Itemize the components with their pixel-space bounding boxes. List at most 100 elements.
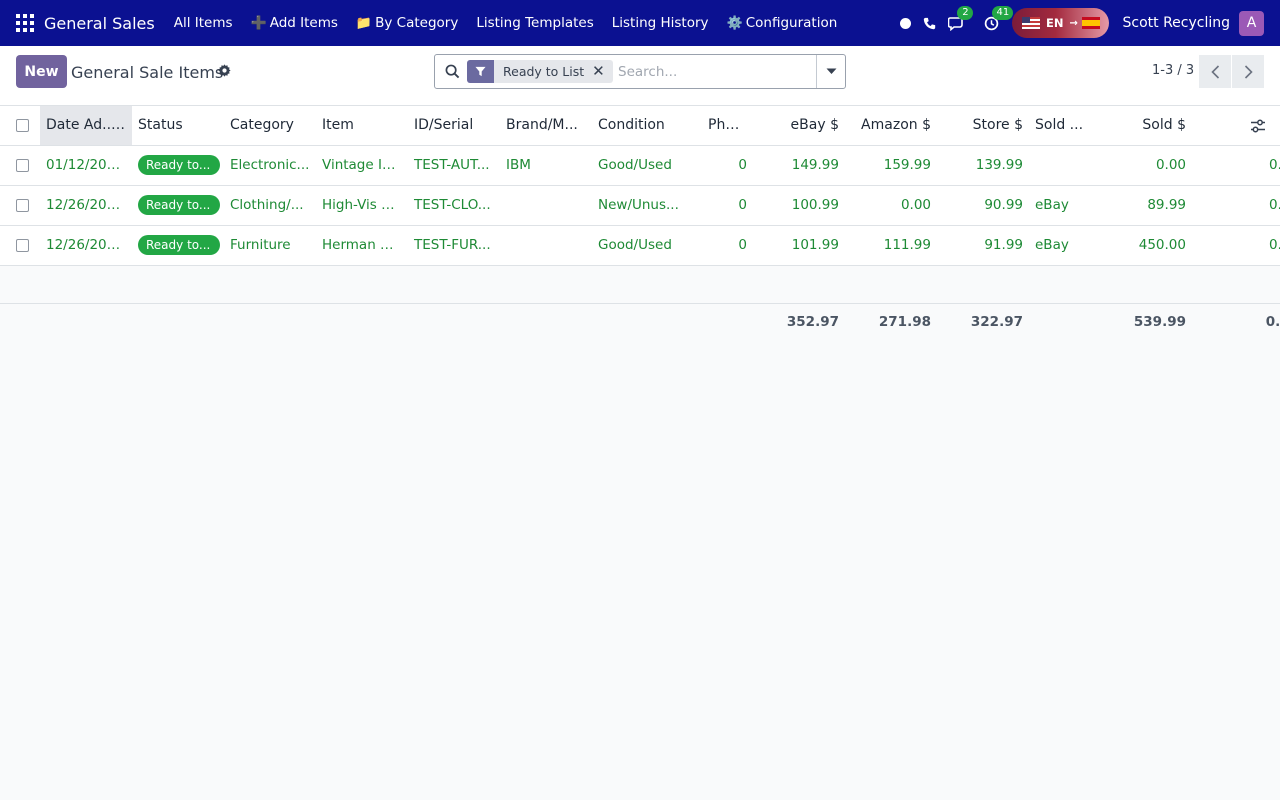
col-ebay-price[interactable]: eBay $ xyxy=(753,106,845,145)
main-menu: All Items ➕ Add Items 📁 By Category Listin… xyxy=(165,15,847,31)
status-badge: Ready to... xyxy=(138,155,220,175)
col-status[interactable]: Status xyxy=(132,106,224,145)
col-condition[interactable]: Condition xyxy=(592,106,702,145)
col-date-added-label: Date Ad... xyxy=(46,117,116,134)
chevron-right-icon xyxy=(1244,64,1253,79)
cell-date: 12/26/202... xyxy=(46,237,129,253)
menu-listing-templates[interactable]: Listing Templates xyxy=(467,15,602,31)
pager-value[interactable]: 1-3 / 3 xyxy=(1152,63,1194,78)
cell-date: 01/12/202... xyxy=(46,157,129,173)
col-category[interactable]: Category xyxy=(224,106,316,145)
cell-ebay-price: 101.99 xyxy=(791,237,839,253)
col-sold-price[interactable]: Sold $ xyxy=(1091,106,1192,145)
cell-sold-on: eBay xyxy=(1035,197,1069,213)
col-id-serial[interactable]: ID/Serial xyxy=(408,106,500,145)
cell-condition: Good/Used xyxy=(598,157,672,173)
language-code: EN xyxy=(1046,16,1064,30)
row-select-cell xyxy=(0,145,40,185)
table-header-row: Date Ad... Status Category Item ID/Seria… xyxy=(0,106,1280,145)
status-badge: Ready to... xyxy=(138,195,220,215)
messages-icon[interactable]: 2 xyxy=(948,6,974,31)
cell-item: Herman M... xyxy=(322,237,405,253)
col-brand[interactable]: Brand/M... xyxy=(500,106,592,145)
activity-clock-icon[interactable]: 41 xyxy=(983,6,1014,31)
cell-category: Clothing/... xyxy=(230,197,304,213)
row-checkbox[interactable] xyxy=(16,198,29,212)
menu-listing-history[interactable]: Listing History xyxy=(603,15,718,31)
menu-by-category-label: By Category xyxy=(375,15,459,31)
cell-id-serial: TEST-FUR... xyxy=(414,237,491,253)
table-row[interactable]: 01/12/202... Ready to... Electronic... V… xyxy=(0,145,1280,185)
select-all-checkbox[interactable] xyxy=(16,118,29,132)
phone-icon[interactable] xyxy=(921,15,937,31)
search-icon[interactable] xyxy=(445,64,460,83)
user-avatar[interactable]: A xyxy=(1239,10,1264,36)
filter-facet-label: Ready to List xyxy=(503,64,585,79)
sliders-icon xyxy=(1251,119,1265,132)
cell-store-price: 139.99 xyxy=(975,157,1023,173)
row-checkbox[interactable] xyxy=(16,158,29,172)
menu-listing-history-label: Listing History xyxy=(611,15,709,31)
menu-all-items-label: All Items xyxy=(173,15,233,31)
cell-photos: 0 xyxy=(738,237,747,253)
cell-pr: 0.00 xyxy=(1268,197,1280,213)
cell-amazon-price: 111.99 xyxy=(883,237,931,253)
total-pr: 0.00 xyxy=(1265,313,1280,330)
pager-next-button[interactable] xyxy=(1232,55,1264,88)
table-row[interactable]: 12/26/202... Ready to... Clothing/... Hi… xyxy=(0,185,1280,225)
remove-filter-icon[interactable]: ✕ xyxy=(592,60,613,83)
row-select-cell xyxy=(0,185,40,225)
items-table: Date Ad... Status Category Item ID/Seria… xyxy=(0,106,1280,340)
cell-pr: 0.00 xyxy=(1268,157,1280,173)
app-name[interactable]: General Sales xyxy=(44,14,155,33)
company-name[interactable]: Scott Recycling xyxy=(1122,15,1230,31)
menu-all-items[interactable]: All Items xyxy=(165,15,242,31)
optional-columns-toggle[interactable] xyxy=(1236,106,1280,145)
row-checkbox[interactable] xyxy=(16,238,29,252)
cell-pr: 0.00 xyxy=(1268,237,1280,253)
col-item[interactable]: Item xyxy=(316,106,408,145)
menu-add-items-label: Add Items xyxy=(269,15,338,31)
cell-id-serial: TEST-CLO... xyxy=(414,197,491,213)
cell-sold-price: 0.00 xyxy=(1155,157,1186,173)
empty-cell xyxy=(0,265,1280,303)
cell-sold-price: 450.00 xyxy=(1138,237,1186,253)
col-photos[interactable]: Photos xyxy=(702,106,753,145)
menu-by-category[interactable]: 📁 By Category xyxy=(347,15,467,31)
control-panel: New General Sale Items Ready to List ✕ 1… xyxy=(0,46,1280,106)
cell-category: Furniture xyxy=(230,237,291,253)
total-amazon-price: 271.98 xyxy=(878,313,931,330)
search-input[interactable] xyxy=(618,61,813,82)
cell-photos: 0 xyxy=(738,197,747,213)
col-amazon-price[interactable]: Amazon $ xyxy=(845,106,937,145)
caret-down-icon xyxy=(826,68,836,74)
new-button[interactable]: New xyxy=(16,55,67,88)
col-sold-on[interactable]: Sold ... xyxy=(1029,106,1091,145)
spain-flag-icon xyxy=(1081,17,1100,29)
menu-add-items[interactable]: ➕ Add Items xyxy=(242,15,347,31)
col-store-price[interactable]: Store $ xyxy=(937,106,1029,145)
cell-id-serial: TEST-AUT... xyxy=(414,157,490,173)
col-date-added[interactable]: Date Ad... xyxy=(40,106,132,145)
language-switcher[interactable]: EN → xyxy=(1012,8,1110,38)
status-dot-icon[interactable] xyxy=(900,17,912,29)
pager-previous-button[interactable] xyxy=(1199,55,1231,88)
cell-brand: IBM xyxy=(506,157,531,173)
totals-spacer xyxy=(40,303,753,340)
top-navbar: General Sales All Items ➕ Add Items 📁 By C… xyxy=(0,0,1280,46)
actions-gear-icon[interactable] xyxy=(218,64,231,81)
empty-row xyxy=(0,265,1280,303)
folder-icon: 📁 xyxy=(355,15,373,31)
menu-listing-templates-label: Listing Templates xyxy=(476,15,594,31)
plus-icon: ➕ xyxy=(250,15,267,31)
cell-brand xyxy=(500,185,592,225)
search-options-toggle[interactable] xyxy=(816,55,845,88)
cell-condition: Good/Used xyxy=(598,237,672,253)
list-view: Date Ad... Status Category Item ID/Seria… xyxy=(0,106,1280,800)
menu-configuration[interactable]: ⚙️ Configuration xyxy=(718,15,847,31)
apps-menu-icon[interactable] xyxy=(16,14,34,32)
cell-sold-on xyxy=(1029,145,1091,185)
filter-facet[interactable]: Ready to List ✕ xyxy=(467,60,613,83)
table-row[interactable]: 12/26/202... Ready to... Furniture Herma… xyxy=(0,225,1280,265)
search-bar: Ready to List ✕ xyxy=(434,54,846,89)
